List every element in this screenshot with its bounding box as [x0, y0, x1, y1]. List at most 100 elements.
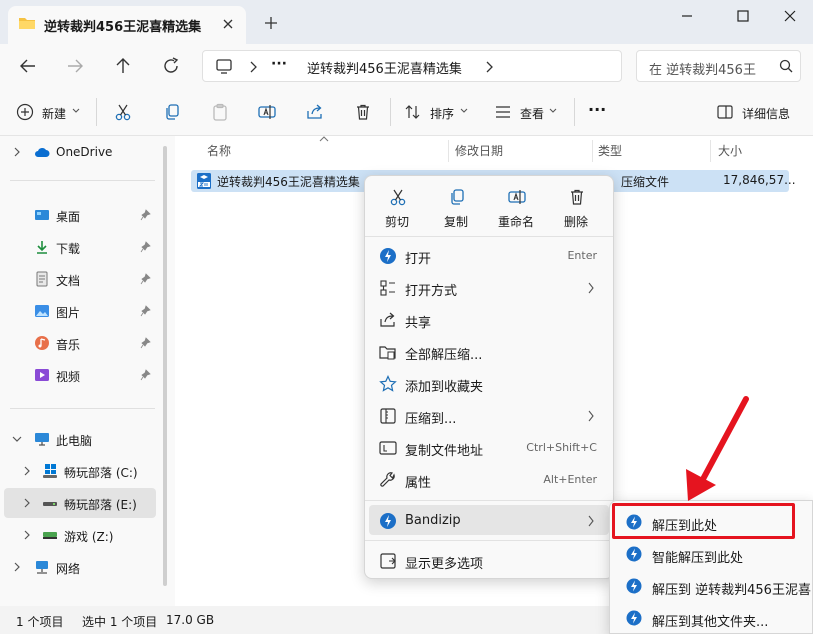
toolbar-divider — [96, 98, 97, 126]
rename-button[interactable]: 重命名 — [488, 182, 544, 232]
breadcrumb[interactable]: 逆转裁判456王泥喜精选集 — [307, 58, 462, 77]
copy-icon[interactable] — [163, 103, 181, 121]
status-selected: 选中 1 个项目 — [82, 615, 158, 629]
menu-item-label: 复制文件地址 — [405, 444, 484, 459]
title-bar: 逆转裁判456王泥喜精选集 — [0, 0, 813, 44]
menu-item-extract-other[interactable]: 解压到其他文件夹... — [614, 603, 813, 633]
sidebar-item-onedrive[interactable]: OneDrive — [4, 137, 156, 167]
address-more[interactable]: ··· — [271, 56, 287, 72]
download-icon — [34, 239, 50, 255]
refresh-icon[interactable] — [160, 55, 182, 77]
document-icon — [34, 271, 50, 287]
paste-icon[interactable] — [211, 103, 229, 121]
cloud-icon — [34, 144, 50, 160]
music-icon — [34, 335, 50, 351]
wrench-icon — [379, 471, 397, 489]
menu-divider — [365, 236, 613, 237]
sort-icon[interactable] — [404, 103, 422, 121]
sidebar-item-this-pc[interactable]: 此电脑 — [4, 424, 156, 454]
chevron-right-icon[interactable] — [485, 61, 493, 73]
column-divider[interactable] — [592, 140, 593, 162]
menu-item-bandizip[interactable]: Bandizip — [369, 505, 609, 535]
sidebar-item-label: 畅玩部落 (C:) — [64, 466, 138, 480]
sidebar-item-drive-z[interactable]: 游戏 (Z:) — [4, 520, 156, 550]
details-pane-icon[interactable] — [716, 103, 734, 121]
sidebar-item-network[interactable]: 网络 — [4, 552, 156, 582]
forward-icon[interactable] — [64, 55, 86, 77]
chevron-right-icon[interactable] — [22, 465, 32, 477]
delete-label: 删除 — [563, 215, 588, 229]
minimize-icon[interactable] — [672, 6, 702, 26]
rename-icon[interactable] — [258, 103, 276, 121]
sidebar-item-label: 游戏 (Z:) — [64, 530, 114, 544]
menu-item-open-with[interactable]: 打开方式 — [369, 272, 609, 302]
sidebar-item-documents[interactable]: 文档 — [4, 264, 156, 294]
chevron-down-icon[interactable] — [12, 433, 22, 445]
delete-icon[interactable] — [354, 103, 372, 121]
chevron-right-icon[interactable] — [12, 146, 22, 158]
sidebar-item-pictures[interactable]: 图片 — [4, 296, 156, 326]
cut-icon[interactable] — [114, 103, 132, 121]
cut-button[interactable]: 剪切 — [369, 182, 425, 232]
maximize-icon[interactable] — [728, 6, 758, 26]
sidebar-item-music[interactable]: 音乐 — [4, 328, 156, 358]
column-header-type[interactable]: 类型 — [598, 142, 622, 159]
close-tab-icon[interactable] — [220, 16, 236, 32]
tab-current[interactable]: 逆转裁判456王泥喜精选集 — [8, 6, 246, 44]
menu-item-copy-path[interactable]: 复制文件地址 Ctrl+Shift+C — [369, 432, 609, 462]
sidebar-item-downloads[interactable]: 下载 — [4, 232, 156, 262]
search-input[interactable]: 在 逆转裁判456王 — [636, 50, 801, 82]
sidebar-item-videos[interactable]: 视频 — [4, 360, 156, 390]
menu-item-smart-extract[interactable]: 智能解压到此处 — [614, 539, 813, 569]
shortcut-label: Alt+Enter — [543, 473, 597, 486]
menu-item-compress-to[interactable]: 压缩到... — [369, 400, 609, 430]
menu-item-label: 属性 — [405, 476, 432, 491]
toolbar-divider — [574, 98, 575, 126]
more-options-button[interactable]: ··· — [588, 100, 606, 119]
menu-item-more-options[interactable]: 显示更多选项 — [369, 545, 609, 575]
rename-label: 重命名 — [497, 215, 534, 229]
share-icon[interactable] — [306, 103, 324, 121]
column-header-name[interactable]: 名称 — [207, 142, 231, 159]
up-icon[interactable] — [112, 55, 134, 77]
menu-item-properties[interactable]: 属性 Alt+Enter — [369, 464, 609, 494]
sidebar-scrollbar[interactable] — [163, 146, 167, 586]
column-divider[interactable] — [710, 140, 711, 162]
delete-button[interactable]: 删除 — [548, 182, 604, 232]
column-header-modified[interactable]: 修改日期 — [455, 142, 503, 159]
menu-item-extract-to-folder[interactable]: 解压到 逆转裁判456王泥喜 — [614, 571, 813, 601]
search-icon[interactable] — [779, 59, 793, 73]
chevron-right-icon[interactable] — [22, 497, 32, 509]
copy-button[interactable]: 复制 — [428, 182, 484, 232]
sidebar-item-drive-c[interactable]: 畅玩部落 (C:) — [4, 456, 156, 486]
column-divider[interactable] — [448, 140, 449, 162]
sidebar-item-desktop[interactable]: 桌面 — [4, 200, 156, 230]
menu-item-label: 共享 — [405, 316, 432, 331]
bandizip-icon — [379, 247, 397, 265]
column-header-size[interactable]: 大小 — [718, 142, 742, 159]
windows-drive-icon — [42, 463, 58, 479]
new-tab-icon[interactable] — [262, 14, 280, 32]
bandizip-icon — [379, 512, 397, 530]
menu-item-add-favorites[interactable]: 添加到收藏夹 — [369, 368, 609, 398]
close-window-icon[interactable] — [775, 6, 805, 26]
sort-button[interactable]: 排序 — [430, 105, 454, 122]
details-button[interactable]: 详细信息 — [742, 105, 790, 122]
view-icon[interactable] — [494, 103, 512, 121]
chevron-right-icon[interactable] — [12, 561, 22, 573]
chevron-right-icon[interactable] — [22, 529, 32, 541]
menu-item-open[interactable]: 打开 Enter — [369, 240, 609, 270]
back-icon[interactable] — [17, 55, 39, 77]
desktop-icon — [34, 207, 50, 223]
sidebar-item-drive-e[interactable]: 畅玩部落 (E:) — [4, 488, 156, 518]
menu-item-extract-all[interactable]: 全部解压缩... — [369, 336, 609, 366]
rename-icon — [508, 188, 526, 206]
new-icon[interactable] — [16, 103, 34, 121]
view-button[interactable]: 查看 — [520, 105, 544, 122]
new-button[interactable]: 新建 — [42, 105, 66, 122]
extract-folder-icon — [379, 343, 397, 361]
star-icon — [379, 375, 397, 393]
menu-item-share[interactable]: 共享 — [369, 304, 609, 334]
address-bar[interactable]: ··· 逆转裁判456王泥喜精选集 — [202, 50, 622, 82]
shortcut-label: Enter — [567, 249, 597, 262]
